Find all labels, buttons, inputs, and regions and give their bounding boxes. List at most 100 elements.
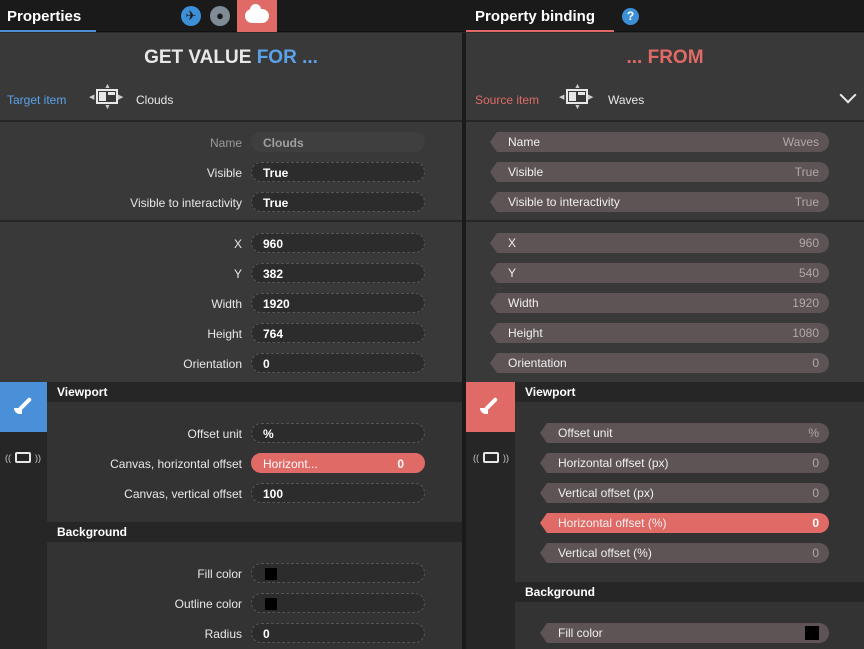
source-property-horizontal-offset-px[interactable]: Horizontal offset (px) 0: [540, 453, 829, 473]
field-label: Fill color: [197, 567, 242, 581]
field-row-outline-color: Outline color: [0, 593, 462, 615]
pill-label: Height: [508, 326, 543, 340]
bound-source-text: Horizont...: [263, 457, 318, 471]
field-label: Visible to interactivity: [130, 196, 242, 210]
layout-item-icon[interactable]: ▲ ▼ ◀ ▶: [89, 83, 123, 111]
source-property-y[interactable]: Y 540: [490, 263, 829, 283]
viewport-group-header[interactable]: Viewport: [47, 382, 462, 402]
x-field[interactable]: 960: [251, 233, 425, 253]
pill-value: %: [808, 426, 819, 440]
width-field[interactable]: 1920: [251, 293, 425, 313]
y-field[interactable]: 382: [251, 263, 425, 283]
height-field[interactable]: 764: [251, 323, 425, 343]
panel-title: ... FROM: [466, 47, 864, 69]
properties-panel: GET VALUE FOR ... Target item ▲ ▼ ◀ ▶ Cl…: [0, 33, 462, 649]
source-item-value[interactable]: Waves: [608, 93, 644, 107]
pill-label: X: [508, 236, 517, 250]
pill-label: Vertical offset (%): [558, 546, 652, 560]
brush-icon: [480, 396, 500, 416]
field-row-offset-unit: Offset unit %: [0, 423, 462, 445]
source-property-vertical-offset-percent[interactable]: Vertical offset (%) 0: [540, 543, 829, 563]
top-bar: Properties ✈ ● Property binding ?: [0, 0, 864, 32]
field-row-visible: Visible True: [0, 162, 462, 184]
source-property-x[interactable]: X 960: [490, 233, 829, 253]
field-row-fill-color: Fill color: [0, 563, 462, 585]
source-property-name[interactable]: Name Waves: [490, 132, 829, 152]
pill-value: 0: [812, 456, 819, 470]
brush-icon: [14, 396, 34, 416]
pill-value: 0: [812, 486, 819, 500]
style-brush-button[interactable]: [466, 382, 515, 432]
field-row-canvas-horizontal-offset: Canvas, horizontal offset Horizont... 0: [0, 453, 462, 475]
binding-panel: ... FROM Source item ▲ ▼ ◀ ▶ Waves Name W…: [466, 33, 864, 649]
plane-icon[interactable]: ✈: [181, 6, 201, 26]
pill-value: Waves: [782, 135, 819, 149]
pill-value: True: [794, 195, 819, 209]
tab-properties[interactable]: Properties: [0, 0, 96, 32]
pill-label: Width: [508, 296, 539, 310]
cloud-tab-button[interactable]: [237, 0, 277, 32]
field-row-orientation: Orientation 0: [0, 353, 462, 375]
pill-label: Horizontal offset (px): [558, 456, 669, 470]
pill-value: 0: [812, 546, 819, 560]
pill-value: 1920: [792, 296, 819, 310]
source-property-fill-color[interactable]: Fill color: [540, 623, 829, 643]
panel-title: GET VALUE FOR ...: [0, 47, 462, 69]
pill-label: Vertical offset (px): [558, 486, 654, 500]
color-swatch: [805, 626, 819, 640]
canvas-vertical-offset-field[interactable]: 100: [251, 483, 425, 503]
color-swatch: [265, 568, 277, 580]
source-property-height[interactable]: Height 1080: [490, 323, 829, 343]
viewport-icon[interactable]: (()): [473, 451, 509, 465]
divider: [466, 220, 864, 222]
background-group-header[interactable]: Background: [47, 522, 462, 542]
pill-label: Name: [508, 135, 541, 149]
field-row-width: Width 1920: [0, 293, 462, 315]
title-for: FOR ...: [256, 47, 318, 68]
offset-unit-field[interactable]: %: [251, 423, 425, 443]
fill-color-field[interactable]: [251, 563, 425, 583]
background-group-header[interactable]: Background: [515, 582, 864, 602]
source-property-width[interactable]: Width 1920: [490, 293, 829, 313]
divider: [0, 220, 462, 222]
divider: [466, 120, 864, 122]
pill-value: True: [794, 165, 819, 179]
pill-label: Offset unit: [558, 426, 613, 440]
pill-label: Y: [508, 266, 517, 280]
orientation-field[interactable]: 0: [251, 353, 425, 373]
cloud-icon: [245, 4, 269, 23]
source-property-vertical-offset-px[interactable]: Vertical offset (px) 0: [540, 483, 829, 503]
source-property-horizontal-offset-percent[interactable]: Horizontal offset (%) 0: [540, 513, 829, 533]
pill-value: 0: [812, 516, 819, 530]
pill-value: [803, 625, 819, 643]
visible-field[interactable]: True: [251, 162, 425, 182]
field-row-height: Height 764: [0, 323, 462, 345]
viewport-group-header[interactable]: Viewport: [515, 382, 864, 402]
tab-property-binding[interactable]: Property binding: [466, 0, 614, 32]
source-property-offset-unit[interactable]: Offset unit%: [540, 423, 829, 443]
source-property-orientation[interactable]: Orientation 0: [490, 353, 829, 373]
field-row-x: X 960: [0, 233, 462, 255]
pill-label: Visible to interactivity: [508, 195, 620, 209]
chevron-down-icon[interactable]: [839, 86, 857, 104]
pill-value: 960: [798, 236, 819, 250]
visible-interactivity-field[interactable]: True: [251, 192, 425, 212]
field-row-canvas-vertical-offset: Canvas, vertical offset 100: [0, 483, 462, 505]
field-label: Offset unit: [187, 427, 242, 441]
bound-value: 0: [397, 457, 404, 471]
outline-color-field[interactable]: [251, 593, 425, 613]
layout-item-icon[interactable]: ▲ ▼ ◀ ▶: [559, 83, 593, 111]
source-property-visible-interactivity[interactable]: Visible to interactivity True: [490, 192, 829, 212]
field-row-radius: Radius 0: [0, 623, 462, 645]
help-icon[interactable]: ?: [622, 8, 639, 25]
field-row-visible-interactivity: Visible to interactivity True: [0, 192, 462, 214]
pill-label: Orientation: [508, 356, 567, 370]
canvas-horizontal-offset-field[interactable]: Horizont... 0: [251, 453, 425, 473]
globe-icon[interactable]: ●: [210, 6, 230, 26]
radius-field[interactable]: 0: [251, 623, 425, 643]
field-label: Height: [207, 327, 242, 341]
target-item-value[interactable]: Clouds: [136, 93, 173, 107]
title-get-value: GET VALUE: [144, 47, 252, 68]
source-property-visible[interactable]: Visible True: [490, 162, 829, 182]
field-label: Orientation: [183, 357, 242, 371]
